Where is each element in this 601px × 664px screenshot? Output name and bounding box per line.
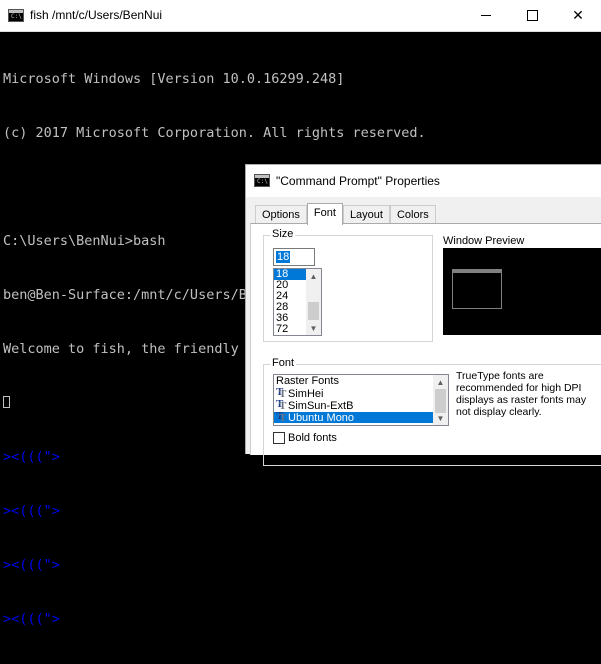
- font-scroll-thumb[interactable]: [435, 389, 446, 413]
- console-app-icon[interactable]: C:\: [8, 9, 24, 22]
- size-scroll-thumb[interactable]: [308, 302, 319, 320]
- properties-dialog[interactable]: C:\ "Command Prompt" Properties Options …: [245, 164, 601, 466]
- font-option-ubuntu-mono[interactable]: Ubuntu Mono: [274, 411, 435, 424]
- bold-fonts-label[interactable]: Bold fonts: [288, 432, 337, 444]
- truetype-icon: [276, 411, 286, 424]
- window-preview: [443, 248, 601, 335]
- minimize-icon: [481, 15, 491, 16]
- scroll-down-icon[interactable]: ▼: [306, 321, 321, 335]
- maximize-icon: [526, 10, 538, 21]
- truetype-icon: [276, 399, 286, 412]
- tab-bar: Options Font Layout Colors: [255, 203, 436, 225]
- font-scrollbar[interactable]: ▲ ▼: [433, 375, 448, 425]
- size-listbox[interactable]: 18 20 24 28 36 72 ▲ ▼: [273, 268, 322, 336]
- fish-logo-line: ><(((">: [3, 503, 60, 519]
- minimize-button[interactable]: [463, 0, 509, 31]
- font-option-simsun[interactable]: SimSun-ExtB: [276, 399, 353, 412]
- window-preview-label: Window Preview: [443, 235, 525, 247]
- tab-colors[interactable]: Colors: [389, 205, 436, 224]
- preview-window-icon: [452, 269, 502, 309]
- bold-fonts-checkbox[interactable]: [273, 432, 285, 444]
- font-option-raster[interactable]: Raster Fonts: [276, 376, 339, 387]
- console-title: fish /mnt/c/Users/BenNui: [30, 8, 163, 22]
- terminal-line: Microsoft Windows [Version 10.0.16299.24…: [3, 71, 345, 87]
- size-input-value: 18: [276, 251, 291, 263]
- tab-font[interactable]: Font: [306, 203, 343, 225]
- tab-layout[interactable]: Layout: [342, 205, 390, 224]
- size-group-label: Size: [270, 228, 296, 240]
- truetype-note: TrueType fonts are recommended for high …: [456, 370, 587, 418]
- scroll-up-icon[interactable]: ▲: [306, 269, 321, 283]
- text-cursor: [3, 396, 10, 408]
- dialog-title: "Command Prompt" Properties: [276, 174, 440, 188]
- dialog-titlebar[interactable]: C:\ "Command Prompt" Properties: [246, 165, 601, 197]
- maximize-button[interactable]: [509, 0, 555, 31]
- font-option-simhei[interactable]: SimHei: [276, 387, 323, 400]
- close-icon: ✕: [572, 7, 584, 23]
- font-listbox[interactable]: Raster Fonts SimHei SimSun-ExtB Ubuntu M…: [273, 374, 449, 426]
- size-scrollbar[interactable]: ▲ ▼: [306, 269, 321, 335]
- console-titlebar[interactable]: C:\ fish /mnt/c/Users/BenNui ✕: [0, 0, 601, 32]
- fish-logo-line: ><(((">: [3, 557, 60, 573]
- close-button[interactable]: ✕: [555, 0, 601, 31]
- truetype-icon: [276, 387, 286, 400]
- terminal-line: (c) 2017 Microsoft Corporation. All righ…: [3, 125, 426, 141]
- fish-logo-line: ><(((">: [3, 611, 60, 627]
- scroll-up-icon[interactable]: ▲: [433, 375, 448, 389]
- dialog-app-icon: C:\: [254, 174, 270, 187]
- scroll-down-icon[interactable]: ▼: [433, 411, 448, 425]
- size-input[interactable]: 18: [273, 248, 315, 266]
- font-tab-panel: Size 18 18 20 24 28 36 72 ▲ ▼ Window Pre…: [250, 223, 601, 466]
- font-group-label: Font: [270, 357, 297, 369]
- tab-options[interactable]: Options: [255, 205, 307, 224]
